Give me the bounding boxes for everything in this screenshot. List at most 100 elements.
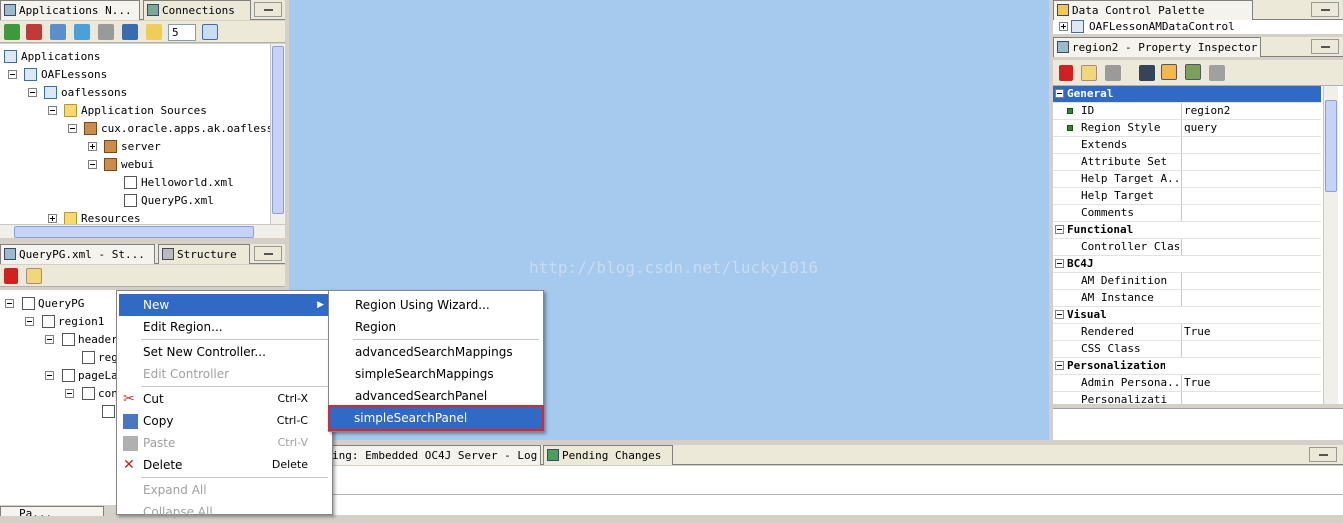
scroll-thumb[interactable] xyxy=(272,46,284,214)
expand-toggle[interactable] xyxy=(88,142,97,151)
menu-item-cut[interactable]: ✂ Cut Ctrl-X xyxy=(119,388,330,410)
property-value[interactable] xyxy=(1181,171,1321,187)
refresh-icon[interactable] xyxy=(74,24,90,40)
list-view-icon[interactable] xyxy=(1185,64,1201,80)
tab-connections[interactable]: Connections xyxy=(143,0,251,20)
expand-toggle[interactable] xyxy=(88,160,97,169)
property-value[interactable] xyxy=(1181,154,1321,170)
new-item-icon[interactable] xyxy=(26,268,42,284)
minimize-button[interactable] xyxy=(1309,447,1337,462)
menu-item-set-new-controller[interactable]: Set New Controller... xyxy=(119,341,330,363)
minimize-button[interactable] xyxy=(254,2,282,17)
new-item-icon[interactable] xyxy=(1081,65,1097,81)
property-value[interactable]: True xyxy=(1181,324,1321,340)
tab-applications-navigator[interactable]: Applications N... xyxy=(0,0,140,20)
tree-horizontal-scrollbar[interactable] xyxy=(0,224,285,238)
properties-vertical-scrollbar[interactable] xyxy=(1323,86,1338,404)
submenu-item-region-using-wizard[interactable]: Region Using Wizard... xyxy=(331,294,541,316)
property-value[interactable] xyxy=(1181,137,1321,153)
property-comments[interactable]: Comments xyxy=(1053,205,1321,222)
collapse-toggle[interactable] xyxy=(1055,361,1064,370)
property-id[interactable]: ID region2 xyxy=(1053,103,1321,120)
edit-icon[interactable] xyxy=(98,24,114,40)
tab-property-inspector[interactable]: region2 - Property Inspector xyxy=(1053,37,1261,57)
minimize-button[interactable] xyxy=(1311,2,1339,17)
menu-item-delete[interactable]: ✕ Delete Delete xyxy=(119,454,330,476)
tab-querypg-structure[interactable]: QueryPG.xml - St... xyxy=(0,244,155,264)
collapse-toggle[interactable] xyxy=(1055,89,1064,98)
expand-toggle[interactable] xyxy=(28,88,37,97)
property-value[interactable] xyxy=(1181,239,1321,255)
scroll-thumb[interactable] xyxy=(14,226,254,238)
pin-icon[interactable] xyxy=(1059,65,1073,81)
add-icon[interactable] xyxy=(4,24,20,40)
property-value[interactable] xyxy=(1181,205,1321,221)
property-admin-persona[interactable]: Admin Persona... True xyxy=(1053,375,1321,392)
minimize-button[interactable] xyxy=(1311,39,1339,54)
submenu-item-simplesearchpanel[interactable]: simpleSearchPanel xyxy=(328,405,544,431)
menu-item-paste[interactable]: Paste Ctrl-V xyxy=(119,432,330,454)
property-controller-class[interactable]: Controller Class xyxy=(1053,239,1321,256)
property-category-functional[interactable]: Functional xyxy=(1053,222,1321,239)
collapse-toggle[interactable] xyxy=(1055,225,1064,234)
menu-item-edit-region[interactable]: Edit Region... xyxy=(119,316,330,338)
property-value[interactable]: region2 xyxy=(1181,103,1321,119)
search-icon[interactable] xyxy=(50,24,66,40)
comment-icon[interactable] xyxy=(1209,65,1225,81)
menu-item-copy[interactable]: Copy Ctrl-C xyxy=(119,410,330,432)
tab-structure[interactable]: Structure xyxy=(158,244,250,264)
property-value[interactable] xyxy=(1181,392,1321,404)
menu-item-new[interactable]: New ▶ xyxy=(119,294,330,316)
expand-toggle[interactable] xyxy=(5,299,14,308)
property-region-style[interactable]: Region Style query xyxy=(1053,120,1321,137)
property-css-class[interactable]: CSS Class xyxy=(1053,341,1321,358)
pin-icon[interactable] xyxy=(4,268,18,284)
expand-toggle[interactable] xyxy=(25,317,34,326)
tree-vertical-scrollbar[interactable] xyxy=(270,44,285,224)
chart-icon[interactable] xyxy=(122,24,138,40)
tab-data-control-palette[interactable]: Data Control Palette xyxy=(1053,0,1253,20)
property-rendered[interactable]: Rendered True xyxy=(1053,324,1321,341)
remove-icon[interactable] xyxy=(26,24,42,40)
expand-toggle[interactable] xyxy=(8,70,17,79)
collapse-toggle[interactable] xyxy=(1055,310,1064,319)
property-value[interactable]: True xyxy=(1181,375,1321,391)
property-am-definition[interactable]: AM Definition xyxy=(1053,273,1321,290)
property-category-bc4j[interactable]: BC4J xyxy=(1053,256,1321,273)
property-attribute-set[interactable]: Attribute Set xyxy=(1053,154,1321,171)
property-value[interactable] xyxy=(1181,290,1321,306)
binoculars-icon[interactable] xyxy=(1139,65,1155,81)
menu-item-collapse-all[interactable]: Collapse All xyxy=(119,501,330,523)
expand-toggle[interactable] xyxy=(48,106,57,115)
submenu-item-advancedsearchmappings[interactable]: advancedSearchMappings xyxy=(331,341,541,363)
tab-embedded-oc4j-log[interactable]: ing: Embedded OC4J Server - Log xyxy=(327,445,541,465)
expand-toggle[interactable] xyxy=(68,124,77,133)
expand-toggle[interactable] xyxy=(1059,22,1068,31)
property-value[interactable] xyxy=(1181,341,1321,357)
property-help-target[interactable]: Help Target xyxy=(1053,188,1321,205)
property-value[interactable] xyxy=(1181,273,1321,289)
collapse-toggle[interactable] xyxy=(1055,259,1064,268)
category-view-icon[interactable] xyxy=(1161,64,1177,80)
property-category-visual[interactable]: Visual xyxy=(1053,307,1321,324)
minimize-button[interactable] xyxy=(254,246,282,261)
folder-icon[interactable] xyxy=(146,24,162,40)
submenu-item-region[interactable]: Region xyxy=(331,316,541,338)
scroll-thumb[interactable] xyxy=(1325,100,1337,192)
property-am-instance[interactable]: AM Instance xyxy=(1053,290,1321,307)
menu-item-expand-all[interactable]: Expand All xyxy=(119,479,330,501)
submenu-item-advancedsearchpanel[interactable]: advancedSearchPanel xyxy=(331,385,541,407)
expand-toggle[interactable] xyxy=(65,389,74,398)
property-category-general[interactable]: General xyxy=(1053,86,1321,103)
menu-item-edit-controller[interactable]: Edit Controller xyxy=(119,363,330,385)
sort-icon[interactable] xyxy=(202,24,218,40)
property-help-target-a[interactable]: Help Target A... xyxy=(1053,171,1321,188)
submenu-item-simplesearchmappings[interactable]: simpleSearchMappings xyxy=(331,363,541,385)
property-value[interactable] xyxy=(1181,188,1321,204)
edit-pencil-icon[interactable] xyxy=(1105,65,1121,81)
property-value[interactable]: query xyxy=(1181,120,1321,136)
property-personalizati[interactable]: Personalizati xyxy=(1053,392,1321,404)
expand-toggle[interactable] xyxy=(45,335,54,344)
expand-toggle[interactable] xyxy=(45,371,54,380)
property-category-personalization[interactable]: Personalization xyxy=(1053,358,1321,375)
